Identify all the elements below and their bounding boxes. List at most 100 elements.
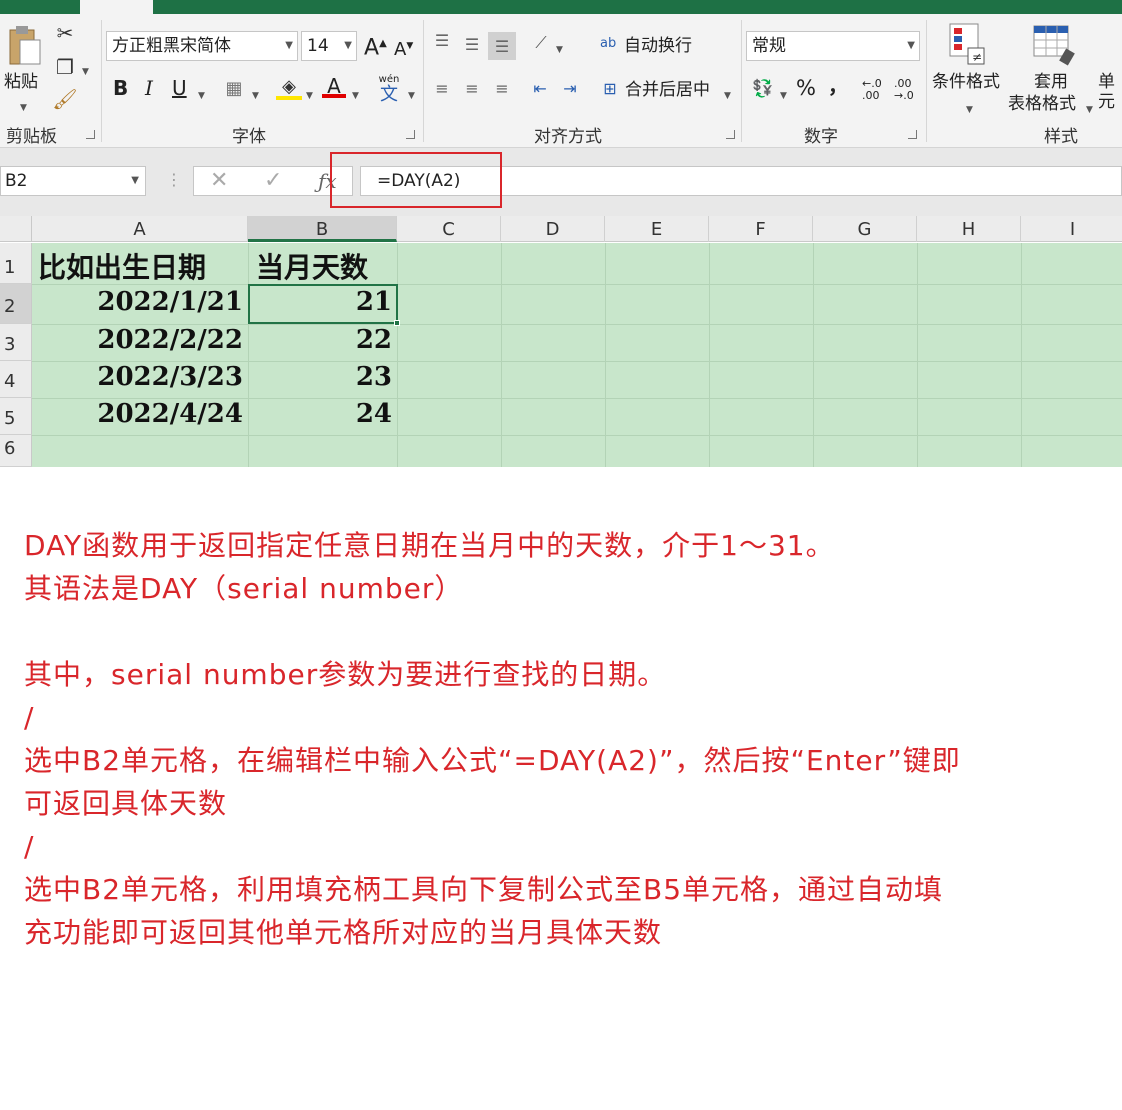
align-center-icon[interactable]: ≡ xyxy=(460,78,484,100)
note-line: / xyxy=(24,830,35,863)
font-size-select[interactable]: 14 ▼ xyxy=(301,31,357,61)
font-color-button[interactable]: A xyxy=(322,76,346,98)
formula-buttons: ✕ ✓ ƒx xyxy=(193,166,353,196)
select-all-corner[interactable] xyxy=(0,216,32,242)
cell-a2[interactable]: 2022/1/21 xyxy=(97,287,243,317)
align-right-icon[interactable]: ≡ xyxy=(490,78,514,100)
column-header-b[interactable]: B xyxy=(248,216,397,242)
orientation-dropdown-icon[interactable]: ▼ xyxy=(556,40,563,60)
copy-dropdown-icon[interactable]: ▼ xyxy=(82,62,89,82)
clipboard-group-label: 剪贴板 xyxy=(6,127,57,147)
column-header-e[interactable]: E xyxy=(605,216,709,242)
conditional-format-icon[interactable]: ≠ xyxy=(946,20,986,68)
align-middle-icon[interactable]: ☰ xyxy=(460,34,484,56)
decrease-indent-icon[interactable]: ⇤ xyxy=(528,78,552,100)
cell-b1[interactable]: 当月天数 xyxy=(256,246,368,286)
font-color-label: A xyxy=(327,74,341,98)
resize-handle-icon[interactable]: ⋮ xyxy=(166,170,182,189)
cell-a5[interactable]: 2022/4/24 xyxy=(97,399,243,429)
cancel-icon[interactable]: ✕ xyxy=(210,167,228,195)
column-header-i[interactable]: I xyxy=(1021,216,1122,242)
row-header-1[interactable]: 1 xyxy=(0,243,32,284)
font-launcher-icon[interactable] xyxy=(406,130,415,139)
orientation-icon[interactable]: ⟋ xyxy=(530,32,552,54)
number-format-value: 常规 xyxy=(752,36,786,56)
number-launcher-icon[interactable] xyxy=(908,130,917,139)
increase-indent-icon[interactable]: ⇥ xyxy=(558,78,582,100)
enter-check-icon[interactable]: ✓ xyxy=(264,167,282,195)
column-header-a[interactable]: A xyxy=(32,216,248,242)
name-box[interactable]: B2 ▼ xyxy=(0,166,146,196)
note-line: DAY函数用于返回指定任意日期在当月中的天数，介于1～31。 xyxy=(24,529,835,562)
row-header-3[interactable]: 3 xyxy=(0,324,32,361)
cell-b3[interactable]: 22 xyxy=(356,325,392,355)
styles-group-label: 样式 xyxy=(1044,127,1078,147)
row-header-4[interactable]: 4 xyxy=(0,361,32,398)
currency-icon[interactable]: 💱 xyxy=(750,78,776,100)
font-name-select[interactable]: 方正粗黑宋简体 ▼ xyxy=(106,31,298,61)
note-line: / xyxy=(24,701,35,734)
cell-a3[interactable]: 2022/2/22 xyxy=(97,325,243,355)
clipboard-launcher-icon[interactable] xyxy=(86,130,95,139)
merge-center-button[interactable]: 合并后居中 xyxy=(625,80,710,100)
row-header-6[interactable]: 6 xyxy=(0,435,32,467)
divider xyxy=(741,20,742,142)
number-format-select[interactable]: 常规 ▼ xyxy=(746,31,920,61)
column-header-g[interactable]: G xyxy=(813,216,917,242)
chevron-down-icon: ▼ xyxy=(907,40,915,51)
cell-a4[interactable]: 2022/3/23 xyxy=(97,362,243,392)
fill-handle[interactable] xyxy=(394,320,400,326)
paste-button[interactable]: 粘贴 xyxy=(4,72,38,92)
underline-button[interactable]: U xyxy=(172,78,187,98)
borders-icon[interactable]: ▦ xyxy=(222,78,246,100)
conditional-format-button[interactable]: 条件格式 xyxy=(932,72,1000,92)
ribbon: 粘贴 ▼ ✂ ❐ ▼ 🖌 剪贴板 方正粗黑宋简体 ▼ 14 ▼ A▲ A▼ B … xyxy=(0,14,1122,148)
fill-color-dropdown-icon[interactable]: ▼ xyxy=(306,86,313,106)
column-header-d[interactable]: D xyxy=(501,216,605,242)
wrap-text-button[interactable]: 自动换行 xyxy=(624,36,692,56)
bold-button[interactable]: B xyxy=(113,78,128,98)
column-header-f[interactable]: F xyxy=(709,216,813,242)
increase-decimal-button[interactable]: ←.0 .00 xyxy=(862,78,888,102)
currency-dropdown-icon[interactable]: ▼ xyxy=(780,86,787,106)
format-painter-icon[interactable]: 🖌 xyxy=(52,88,78,110)
cell-b4[interactable]: 23 xyxy=(356,362,392,392)
borders-dropdown-icon[interactable]: ▼ xyxy=(252,86,259,106)
cell-b5[interactable]: 24 xyxy=(356,399,392,429)
column-header-h[interactable]: H xyxy=(917,216,1021,242)
phonetic-dropdown-icon[interactable]: ▼ xyxy=(408,86,415,106)
table-format-button-line1[interactable]: 套用 xyxy=(1034,72,1068,92)
grow-font-button[interactable]: A▲ xyxy=(364,34,387,59)
comma-button[interactable]: ， xyxy=(828,76,848,96)
decrease-decimal-button[interactable]: .00 →.0 xyxy=(894,78,920,102)
merge-center-icon[interactable]: ⊞ xyxy=(598,78,622,100)
table-format-dropdown-icon[interactable]: ▼ xyxy=(1086,100,1093,120)
italic-button[interactable]: I xyxy=(145,78,153,98)
tab-home[interactable] xyxy=(80,0,153,14)
underline-dropdown-icon[interactable]: ▼ xyxy=(198,86,205,106)
table-format-icon[interactable] xyxy=(1032,20,1076,68)
column-header-c[interactable]: C xyxy=(397,216,501,242)
conditional-format-dropdown-icon[interactable]: ▼ xyxy=(966,100,973,120)
cut-icon[interactable]: ✂ xyxy=(52,22,78,44)
fill-color-icon[interactable]: ◈ xyxy=(276,76,302,100)
align-left-icon[interactable]: ≡ xyxy=(430,78,454,100)
align-bottom-icon[interactable]: ☰ xyxy=(488,32,516,60)
paste-icon[interactable] xyxy=(6,24,42,68)
row-header-2[interactable]: 2 xyxy=(0,284,32,324)
svg-text:≠: ≠ xyxy=(972,50,982,64)
phonetic-button[interactable]: wén 文 xyxy=(376,74,402,104)
cell-a1[interactable]: 比如出生日期 xyxy=(38,246,206,286)
alignment-launcher-icon[interactable] xyxy=(726,130,735,139)
cell-styles-button[interactable]: 单元 xyxy=(1098,72,1122,112)
table-format-button-line2[interactable]: 表格格式 xyxy=(1008,94,1076,114)
align-top-icon[interactable]: ☰ xyxy=(430,30,454,52)
percent-button[interactable]: % xyxy=(796,78,816,99)
shrink-font-button[interactable]: A▼ xyxy=(394,36,413,60)
merge-center-dropdown-icon[interactable]: ▼ xyxy=(724,86,731,106)
copy-icon[interactable]: ❐ xyxy=(52,56,78,78)
paste-dropdown-icon[interactable]: ▼ xyxy=(20,98,27,118)
font-color-dropdown-icon[interactable]: ▼ xyxy=(352,86,359,106)
row-header-5[interactable]: 5 xyxy=(0,398,32,435)
alignment-group-label: 对齐方式 xyxy=(534,127,602,147)
